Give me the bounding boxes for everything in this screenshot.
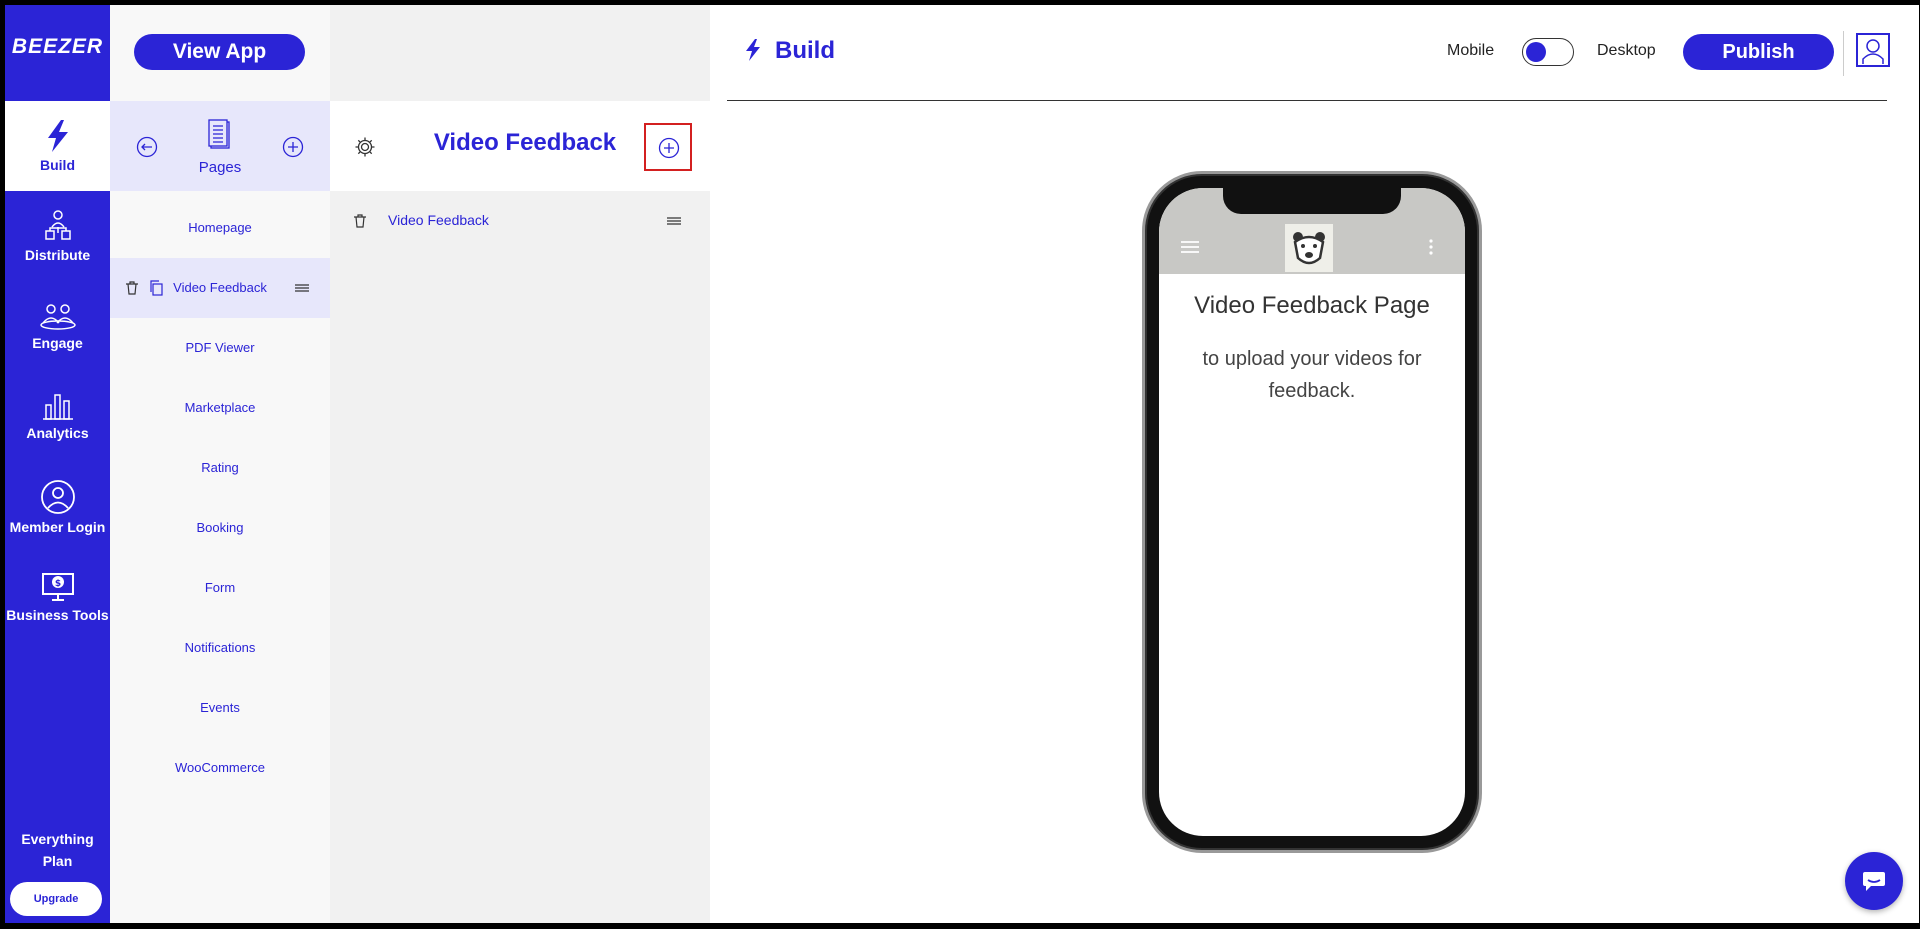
- lightning-icon: [47, 120, 68, 152]
- chat-icon: [1863, 872, 1885, 891]
- trash-icon[interactable]: [124, 280, 140, 296]
- duplicate-icon[interactable]: [148, 280, 164, 296]
- svg-text:$: $: [54, 579, 60, 589]
- lightning-icon: [746, 39, 760, 61]
- page-item-form[interactable]: Form: [110, 558, 330, 618]
- main-nav: BEEZER Build Distribute Engage Analytics…: [5, 5, 110, 923]
- user-circle-icon: [40, 480, 75, 514]
- preview-page-title: Video Feedback Page: [1194, 292, 1430, 319]
- page-editor-title: Video Feedback: [433, 129, 617, 156]
- mobile-label: Mobile: [1447, 42, 1495, 59]
- drag-handle-icon[interactable]: [666, 213, 682, 229]
- page-item-rating[interactable]: Rating: [110, 438, 330, 498]
- desktop-label: Desktop: [1597, 42, 1656, 59]
- monitor-dollar-icon: $: [41, 573, 74, 601]
- page-title: Build: [775, 37, 835, 64]
- add-component-button[interactable]: [644, 123, 692, 171]
- beezer-logo: BEEZER: [11, 35, 104, 58]
- nav-item-business-tools[interactable]: $ Business Tools: [5, 571, 110, 623]
- nav-item-distribute[interactable]: Distribute: [5, 209, 110, 263]
- page-item-marketplace[interactable]: Marketplace: [110, 378, 330, 438]
- more-vertical-icon[interactable]: [1427, 238, 1435, 256]
- trash-icon[interactable]: [352, 213, 368, 229]
- gear-icon[interactable]: [354, 136, 376, 158]
- view-app-button[interactable]: View App: [134, 34, 305, 70]
- nav-item-build[interactable]: Build: [5, 101, 110, 191]
- phone-screen: Video Feedback Page to upload your video…: [1159, 188, 1465, 836]
- bar-chart-icon: [42, 394, 73, 420]
- app-logo: [1285, 224, 1333, 272]
- bear-icon: [1293, 232, 1325, 265]
- page-item-woocommerce[interactable]: WooCommerce: [110, 738, 330, 798]
- component-item-label: Video Feedback: [388, 212, 489, 228]
- build-main: Build Mobile Desktop Publish Video Feedb…: [710, 5, 1919, 923]
- upgrade-button[interactable]: Upgrade: [10, 882, 102, 916]
- view-mode-toggle[interactable]: [1522, 38, 1574, 66]
- toggle-knob: [1526, 42, 1546, 62]
- hamburger-menu-icon[interactable]: [1181, 240, 1199, 254]
- phone-preview: Video Feedback Page to upload your video…: [1142, 171, 1482, 853]
- page-editor-panel: Video Feedback Video Feedback: [330, 5, 710, 923]
- page-item-homepage[interactable]: Homepage: [110, 198, 330, 258]
- nav-label: Member Login: [9, 519, 106, 535]
- app-window: BEEZER Build Distribute Engage Analytics…: [5, 5, 1919, 923]
- nav-item-engage[interactable]: Engage: [5, 301, 110, 351]
- publish-button[interactable]: Publish: [1683, 34, 1834, 70]
- nav-label: Distribute: [24, 247, 91, 263]
- page-item-pdf-viewer[interactable]: PDF Viewer: [110, 318, 330, 378]
- nav-label: Business Tools: [6, 607, 109, 623]
- nav-label: Analytics: [26, 425, 89, 441]
- preview-page-text: to upload your videos for feedback.: [1202, 348, 1422, 402]
- header-divider: [727, 100, 1887, 101]
- page-item-booking[interactable]: Booking: [110, 498, 330, 558]
- divider: [1843, 31, 1844, 76]
- pages-label: Pages: [198, 159, 242, 176]
- add-circle-icon: [658, 137, 680, 159]
- engage-icon: [39, 304, 76, 330]
- distribute-icon: [44, 210, 71, 240]
- drag-handle-icon[interactable]: [294, 280, 310, 296]
- pages-icon: [208, 119, 230, 149]
- back-circle-icon[interactable]: [136, 136, 158, 158]
- nav-item-member-login[interactable]: Member Login: [5, 479, 110, 535]
- plan-label: Everything Plan: [21, 831, 94, 869]
- account-button[interactable]: [1856, 33, 1890, 67]
- phone-notch: [1223, 188, 1401, 214]
- page-editor-header: Video Feedback: [330, 101, 710, 191]
- page-item-events[interactable]: Events: [110, 678, 330, 738]
- pages-panel: View App Pages Homepage Video Feedback P…: [110, 5, 330, 923]
- page-item-label: Video Feedback: [173, 280, 267, 295]
- user-icon: [1862, 39, 1884, 64]
- nav-label: Build: [40, 157, 75, 173]
- add-page-circle-icon[interactable]: [282, 136, 304, 158]
- nav-item-analytics[interactable]: Analytics: [5, 391, 110, 441]
- nav-label: Engage: [32, 335, 83, 351]
- component-item[interactable]: Video Feedback: [330, 191, 710, 251]
- page-item-video-feedback[interactable]: Video Feedback: [110, 258, 330, 318]
- chat-button[interactable]: [1845, 852, 1903, 910]
- pages-header: Pages: [110, 101, 330, 191]
- page-item-notifications[interactable]: Notifications: [110, 618, 330, 678]
